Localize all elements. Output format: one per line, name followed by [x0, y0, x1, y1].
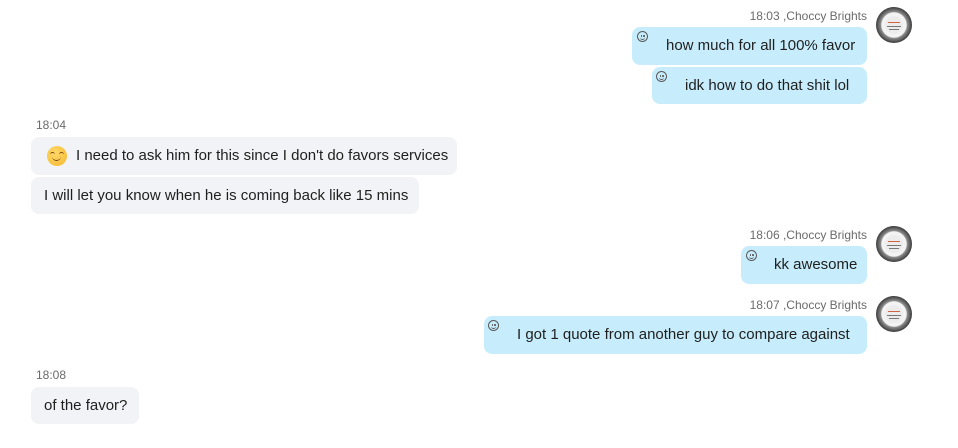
message-text: I need to ask him for this since I don't…	[76, 147, 449, 164]
message-text: I will let you know when he is coming ba…	[44, 186, 409, 204]
outgoing-message[interactable]: kk awesome	[741, 246, 867, 284]
message-meta: 18:07 ,Choccy Brights	[750, 298, 867, 312]
message-meta: 18:03 ,Choccy Brights	[750, 9, 867, 23]
sender-name: ,Choccy Brights	[782, 9, 867, 23]
contact-avatar[interactable]	[876, 226, 912, 262]
smiling-face-emoji	[47, 146, 67, 166]
message-text: idk how to do that shit lol	[685, 76, 850, 94]
incoming-message[interactable]: I need to ask him for this since I don't…	[31, 137, 457, 175]
message-time: 18:06	[749, 228, 780, 242]
message-text: of the favor?	[44, 396, 128, 414]
smiley-reaction-icon[interactable]	[656, 71, 667, 82]
incoming-message[interactable]: I will let you know when he is coming ba…	[31, 177, 419, 214]
message-meta: 18:06 ,Choccy Brights	[750, 228, 867, 242]
smiley-reaction-icon[interactable]	[488, 320, 499, 331]
incoming-message[interactable]: of the favor?	[31, 387, 139, 424]
message-meta: 18:04	[36, 118, 66, 132]
message-time: 18:08	[36, 368, 67, 382]
smiley-reaction-icon[interactable]	[637, 31, 648, 42]
message-time: 18:07	[749, 298, 780, 312]
outgoing-message[interactable]: idk how to do that shit lol	[652, 67, 867, 104]
sender-name: ,Choccy Brights	[782, 228, 867, 242]
message-time: 18:04	[36, 118, 67, 132]
contact-avatar[interactable]	[876, 296, 912, 332]
message-text: I got 1 quote from another guy to compar…	[517, 326, 850, 343]
message-text: kk awesome	[774, 256, 858, 273]
message-text: how much for all 100% favor	[666, 37, 856, 54]
chat-transcript: 18:03 ,Choccy Brights how much for all 1…	[0, 0, 958, 448]
contact-avatar[interactable]	[876, 7, 912, 43]
sender-name: ,Choccy Brights	[782, 298, 867, 312]
smiley-reaction-icon[interactable]	[746, 250, 757, 261]
outgoing-message[interactable]: how much for all 100% favor	[632, 27, 867, 65]
message-time: 18:03	[749, 9, 780, 23]
outgoing-message[interactable]: I got 1 quote from another guy to compar…	[484, 316, 867, 354]
message-meta: 18:08	[36, 368, 66, 382]
